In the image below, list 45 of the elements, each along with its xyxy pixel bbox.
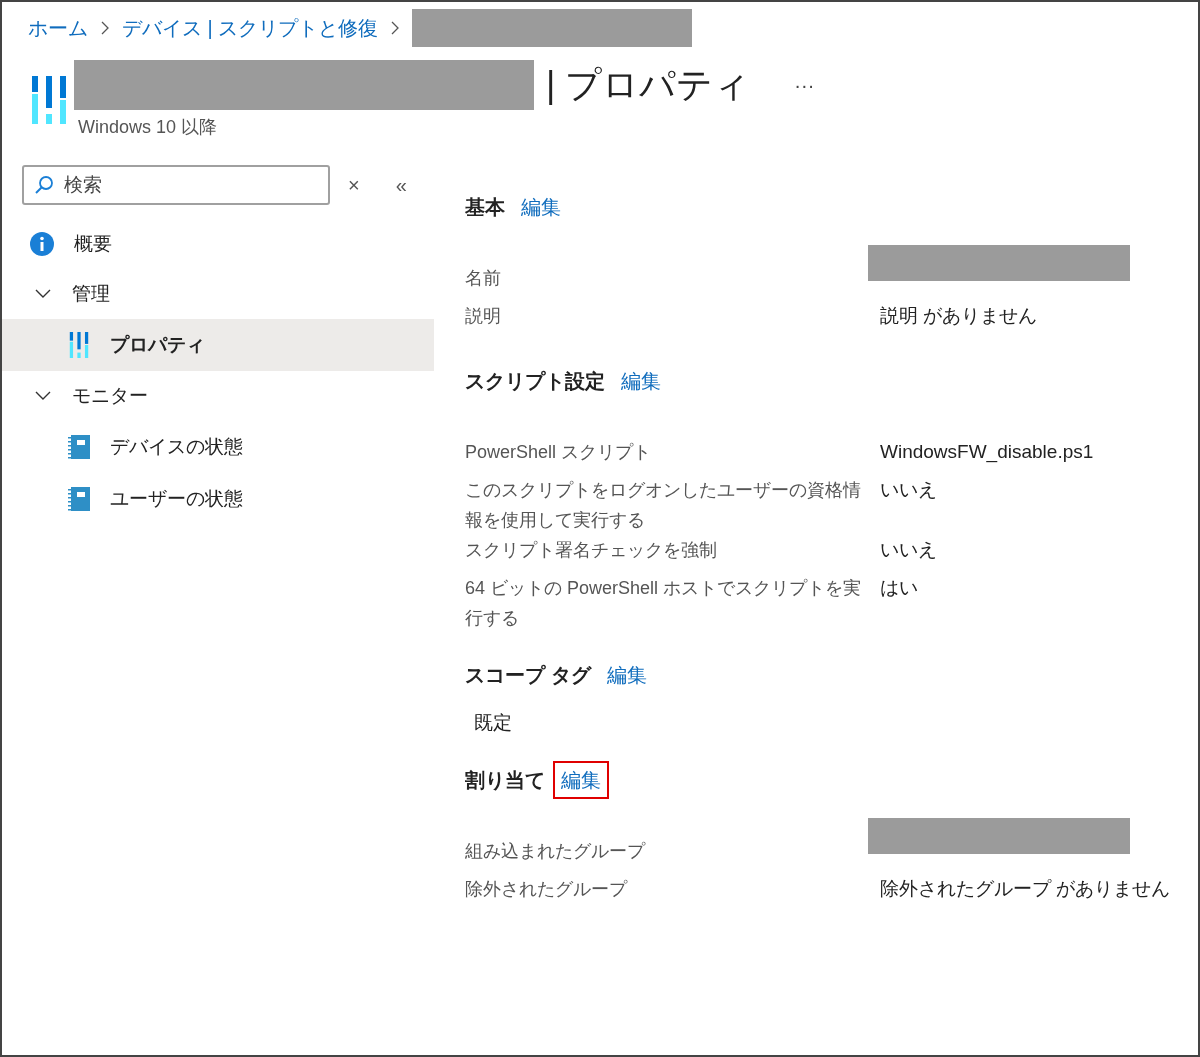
property-label: このスクリプトをログオンしたユーザーの資格情報を使用して実行する [465,479,862,532]
edit-link[interactable]: 編集 [598,656,655,694]
search-field[interactable]: 検索 [22,165,330,205]
nav-item[interactable]: ユーザーの状態 [2,473,434,525]
property-label: スクリプト署名チェックを強制 [465,539,718,562]
nav-group[interactable]: 管理 [2,269,434,319]
edit-link[interactable]: 編集 [553,760,609,799]
nav-item[interactable]: 概要 [2,219,434,269]
property-label: 除外されたグループ [465,877,629,901]
search-icon [34,175,54,195]
property-value: いいえ [880,478,937,502]
property-value: はい [880,576,918,600]
collapse-button[interactable]: « [395,170,407,200]
more-button[interactable]: ··· [794,70,815,100]
chevron-icon [100,20,110,36]
page-subtitle: Windows 10 以降 [78,116,219,139]
section-heading: 基本 [465,195,505,220]
nav-item[interactable]: プロパティ [2,319,434,371]
edit-link[interactable]: 編集 [513,188,569,226]
bar-chart-icon [68,332,90,358]
notebook-icon [68,435,90,459]
property-label: 説明 [465,305,502,328]
section-heading: スクリプト設定 [465,369,605,394]
breadcrumb-link[interactable]: デバイス | スクリプトと修復 [122,13,379,43]
section-heading: 割り当て [465,767,545,793]
edit-link[interactable]: 編集 [613,362,669,400]
scope-tag: 既定 [465,709,1198,738]
info-icon [30,232,54,256]
nav-group[interactable]: モニター [2,371,434,421]
clear-button[interactable]: × [348,170,360,200]
notebook-icon [68,487,90,511]
chevron-icon [390,20,401,36]
property-value: WindowsFW_disable.ps1 [880,440,1094,465]
property-value: 説明 がありません [880,304,1038,328]
property-value: いいえ [880,538,937,562]
property-value: 除外されたグループ がありません [880,876,1171,901]
nav-item[interactable]: デバイスの状態 [2,421,434,473]
property-label: PowerShell スクリプト [465,441,653,464]
property-label: 名前 [465,267,502,290]
bar-chart-icon [32,76,66,124]
section-heading: スコープ タグ [465,663,591,688]
property-label: 64 ビットの PowerShell ホストでスクリプトを実行する [465,577,863,630]
page-title: | プロパティ [546,67,751,103]
property-label: 組み込まれたグループ [465,839,647,863]
breadcrumb-link[interactable]: ホーム [28,13,88,43]
